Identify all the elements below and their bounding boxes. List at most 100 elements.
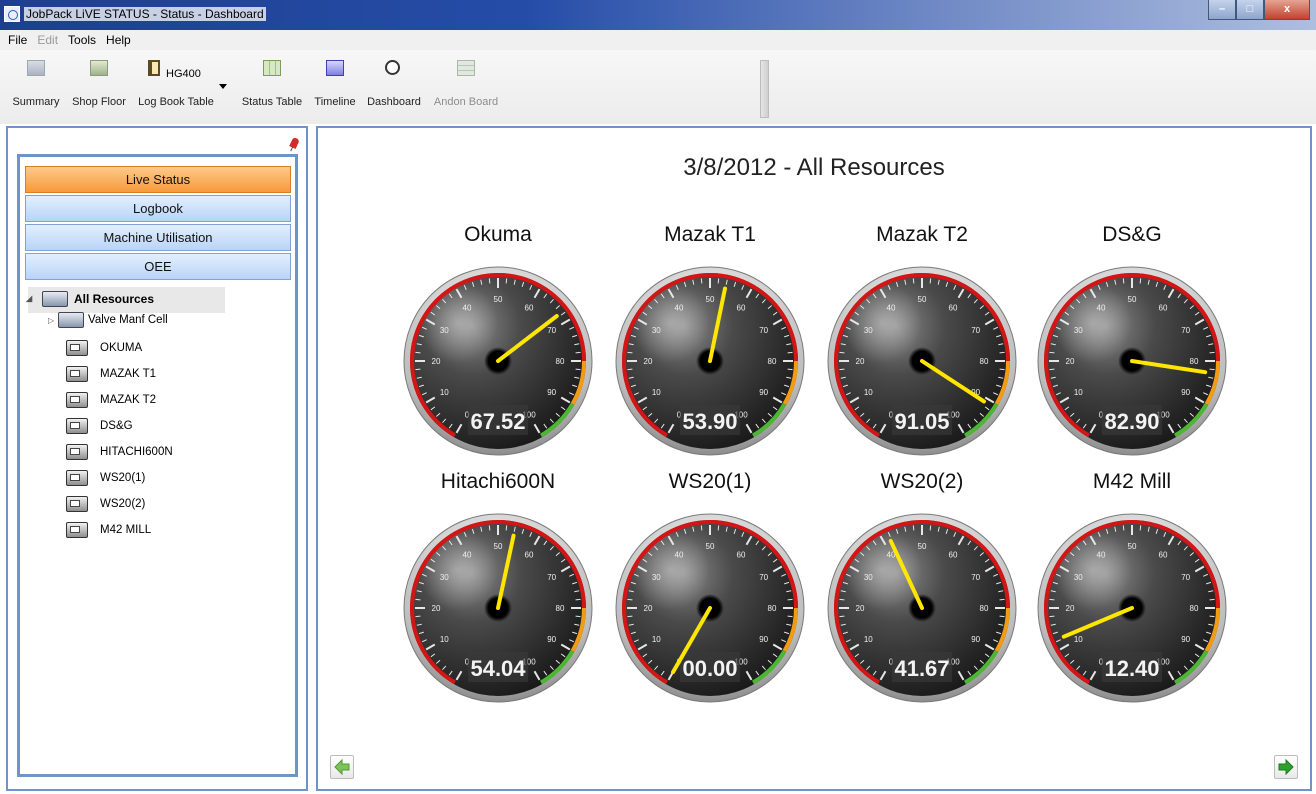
gauge-tick-label: 60 <box>737 303 746 312</box>
gauge-tick-label: 70 <box>971 326 980 335</box>
gauge-readout: 41.67 <box>894 656 949 681</box>
gauge-tick-label: 90 <box>971 635 980 644</box>
gauge-tick <box>1122 278 1125 284</box>
gauge-tick <box>912 525 915 531</box>
gauge-tick-label: 50 <box>706 542 715 551</box>
tree-item-group[interactable]: ▷ Valve Manf Cell <box>48 309 168 331</box>
gauge-tick-label: 90 <box>1181 388 1190 397</box>
gauge-tick-label: 60 <box>949 550 958 559</box>
tree-item-machine[interactable]: MAZAK T2 <box>66 389 156 411</box>
gauge-tick <box>415 598 421 601</box>
gauge-tick-label: 70 <box>1181 326 1190 335</box>
left-arrow-icon <box>334 758 350 776</box>
gauge: Hitachi600N010203040506070809010054.04 <box>403 470 593 703</box>
gauge-tick-label: 50 <box>1128 542 1137 551</box>
gauge-tick-label: 70 <box>971 573 980 582</box>
gauge-tick <box>787 351 793 354</box>
log-book-table-button[interactable]: Log Book Table <box>136 50 216 114</box>
tree-item-machine[interactable]: WS20(2) <box>66 493 145 515</box>
gauge-tick-label: 10 <box>1074 388 1083 397</box>
status-table-button[interactable]: Status Table <box>240 50 304 114</box>
collapse-icon[interactable]: ◢ <box>26 294 36 303</box>
app-icon <box>4 6 20 22</box>
shop-floor-button[interactable]: Shop Floor <box>70 50 128 114</box>
tree-item-machine[interactable]: HITACHI600N <box>66 441 173 463</box>
gauge-tick <box>1209 598 1215 601</box>
menu-tools[interactable]: Tools <box>68 30 96 50</box>
nav-machine-utilisation[interactable]: Machine Utilisation <box>25 224 291 251</box>
timeline-button[interactable]: Timeline <box>311 50 359 114</box>
gauge-tick-label: 10 <box>652 635 661 644</box>
gauge-tick-label: 70 <box>547 326 556 335</box>
gauge: DS&G010203040506070809010082.90 <box>1037 223 1227 456</box>
gauge-tick <box>717 278 720 284</box>
machine-icon <box>66 417 88 434</box>
gauge-tick <box>1049 615 1055 618</box>
menu-edit[interactable]: Edit <box>37 30 58 50</box>
gauge-tick-label: 20 <box>432 357 441 366</box>
navigation-panel: Live Status Logbook Machine Utilisation … <box>6 126 308 791</box>
gauge-tick-label: 60 <box>949 303 958 312</box>
navigation-inner: Live Status Logbook Machine Utilisation … <box>17 154 298 777</box>
gauge-tick <box>627 615 633 618</box>
gauge-label: M42 Mill <box>1093 470 1171 493</box>
gauge-tick-label: 70 <box>547 573 556 582</box>
pin-icon[interactable] <box>289 136 300 150</box>
timeline-icon <box>326 60 344 76</box>
gauge-tick-label: 20 <box>432 604 441 613</box>
menu-file[interactable]: File <box>8 30 27 50</box>
tree-item-machine[interactable]: WS20(1) <box>66 467 145 489</box>
gauge-tick-label: 40 <box>1097 303 1106 312</box>
gauge-tick-label: 70 <box>759 326 768 335</box>
gauge-tick-label: 60 <box>525 550 534 559</box>
gauge-tick <box>415 351 421 354</box>
gauge-tick <box>1139 278 1142 284</box>
tree-item-machine[interactable]: M42 MILL <box>66 519 151 541</box>
chevron-down-icon[interactable] <box>219 84 227 89</box>
gauge-tick <box>1139 525 1142 531</box>
tree-item-machine[interactable]: DS&G <box>66 415 133 437</box>
expand-icon[interactable]: ▷ <box>48 310 58 332</box>
gauge-tick <box>505 525 508 531</box>
tree-item-machine[interactable]: OKUMA <box>66 337 142 359</box>
machine-icon <box>66 365 88 382</box>
summary-button[interactable]: Summary <box>10 50 62 114</box>
gauge: M42 Mill010203040506070809010012.40 <box>1037 470 1227 703</box>
log-book-selected[interactable]: HG400 <box>166 68 201 80</box>
nav-live-status[interactable]: Live Status <box>25 166 291 193</box>
gauge-tick <box>1209 351 1215 354</box>
gauge-tick-label: 30 <box>440 573 449 582</box>
close-button[interactable]: x <box>1264 0 1310 20</box>
gauge-tick-label: 90 <box>547 388 556 397</box>
gauge-tick-label: 10 <box>440 635 449 644</box>
nav-oee[interactable]: OEE <box>25 253 291 280</box>
previous-page-button[interactable] <box>330 755 354 779</box>
gauge-tick <box>575 598 581 601</box>
log-book-table-label: Log Book Table <box>138 96 214 108</box>
gauge-tick-label: 20 <box>1066 604 1075 613</box>
menu-help[interactable]: Help <box>106 30 131 50</box>
dashboard-button[interactable]: Dashboard <box>366 50 422 114</box>
gauge-gloss <box>418 530 498 610</box>
gauge-readout: 82.90 <box>1104 409 1159 434</box>
toolbar-overflow-grip[interactable] <box>760 60 769 118</box>
tree-item-machine[interactable]: MAZAK T1 <box>66 363 156 385</box>
gauge-tick-label: 30 <box>1074 573 1083 582</box>
status-table-label: Status Table <box>241 96 303 108</box>
gauge-tick-label: 40 <box>887 303 896 312</box>
maximize-button[interactable]: □ <box>1236 0 1264 20</box>
nav-logbook[interactable]: Logbook <box>25 195 291 222</box>
gauge-tick-label: 40 <box>675 303 684 312</box>
summary-label: Summary <box>12 96 60 108</box>
gauge-tick <box>787 368 793 371</box>
gauge-tick <box>488 525 491 531</box>
machine-icon <box>66 391 88 408</box>
gauge-tick <box>999 368 1005 371</box>
minimize-button[interactable]: – <box>1208 0 1236 20</box>
next-page-button[interactable] <box>1274 755 1298 779</box>
gauge-tick <box>415 615 421 618</box>
gauge-tick <box>839 615 845 618</box>
gauge-readout: 67.52 <box>470 409 525 434</box>
gauge-tick-label: 20 <box>856 604 865 613</box>
andon-board-button[interactable]: Andon Board <box>432 50 500 114</box>
